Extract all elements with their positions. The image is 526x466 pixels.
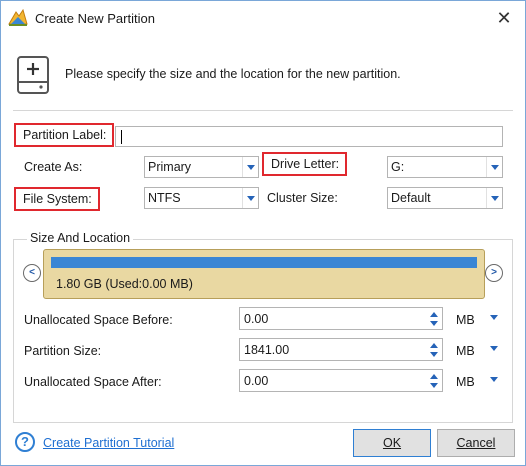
decrement-icon[interactable] [428, 350, 440, 360]
unallocated-after-value: 0.00 [244, 374, 269, 388]
create-as-label: Create As: [24, 160, 83, 174]
partition-map-bar[interactable]: 1.80 GB (Used:0.00 MB) [43, 249, 485, 299]
decrement-icon[interactable] [428, 381, 440, 391]
partition-label-input[interactable] [115, 126, 503, 147]
help-icon[interactable]: ? [15, 432, 35, 452]
cluster-size-value: Default [391, 191, 431, 205]
header-divider [13, 110, 513, 111]
chevron-right-icon: > [491, 267, 497, 278]
decrement-icon[interactable] [428, 319, 440, 329]
drive-letter-value: G: [391, 160, 405, 174]
file-system-select[interactable]: NTFS [144, 187, 259, 209]
text-caret [121, 130, 122, 144]
chevron-down-icon [242, 188, 258, 208]
unit-dropdown-icon[interactable] [488, 374, 500, 386]
cluster-size-label: Cluster Size: [267, 191, 338, 205]
increment-icon[interactable] [428, 309, 440, 319]
partition-size-info: 1.80 GB (Used:0.00 MB) [56, 277, 193, 291]
unallocated-before-label: Unallocated Space Before: [24, 313, 173, 327]
partition-label-label: Partition Label: [14, 123, 115, 147]
file-system-value: NTFS [148, 191, 181, 205]
partition-size-input[interactable]: 1841.00 [239, 338, 443, 361]
title-bar: Create New Partition ✕ [1, 1, 525, 35]
window-title: Create New Partition [35, 11, 155, 26]
chevron-down-icon [486, 188, 502, 208]
cancel-button-label: Cancel [456, 436, 496, 450]
size-location-title: Size And Location [27, 231, 134, 245]
unallocated-before-input[interactable]: 0.00 [239, 307, 443, 330]
dialog-header: Please specify the size and the location… [1, 35, 525, 111]
unit-dropdown-icon[interactable] [488, 312, 500, 324]
partition-size-value: 1841.00 [244, 343, 290, 357]
chevron-left-icon: < [29, 267, 35, 278]
cluster-size-select[interactable]: Default [387, 187, 503, 209]
instruction-text: Please specify the size and the location… [65, 67, 401, 81]
unit-dropdown-icon[interactable] [488, 343, 500, 355]
unallocated-after-unit: MB [456, 375, 475, 389]
close-button[interactable]: ✕ [493, 7, 515, 29]
file-system-label: File System: [14, 187, 100, 211]
chevron-down-icon [486, 157, 502, 177]
partition-size-unit: MB [456, 344, 475, 358]
ok-button[interactable]: OK [353, 429, 431, 457]
close-icon: ✕ [496, 8, 512, 28]
scroll-right-button[interactable]: > [485, 264, 503, 282]
disk-add-icon [17, 56, 49, 94]
partition-used-bar [51, 257, 477, 268]
create-as-select[interactable]: Primary [144, 156, 259, 178]
create-as-value: Primary [148, 160, 192, 174]
increment-icon[interactable] [428, 371, 440, 381]
chevron-down-icon [242, 157, 258, 177]
unallocated-before-unit: MB [456, 313, 475, 327]
increment-icon[interactable] [428, 340, 440, 350]
scroll-left-button[interactable]: < [23, 264, 41, 282]
ok-button-label: OK [382, 436, 402, 450]
drive-letter-label: Drive Letter: [262, 152, 348, 176]
tutorial-link[interactable]: Create Partition Tutorial [43, 436, 174, 450]
cancel-button[interactable]: Cancel [437, 429, 515, 457]
unallocated-before-value: 0.00 [244, 312, 269, 326]
partition-size-label: Partition Size: [24, 344, 102, 358]
create-partition-dialog: Create New Partition ✕ Please specify th… [0, 0, 526, 466]
app-logo-icon [8, 8, 28, 26]
unallocated-after-label: Unallocated Space After: [24, 375, 162, 389]
drive-letter-select[interactable]: G: [387, 156, 503, 178]
unallocated-after-input[interactable]: 0.00 [239, 369, 443, 392]
